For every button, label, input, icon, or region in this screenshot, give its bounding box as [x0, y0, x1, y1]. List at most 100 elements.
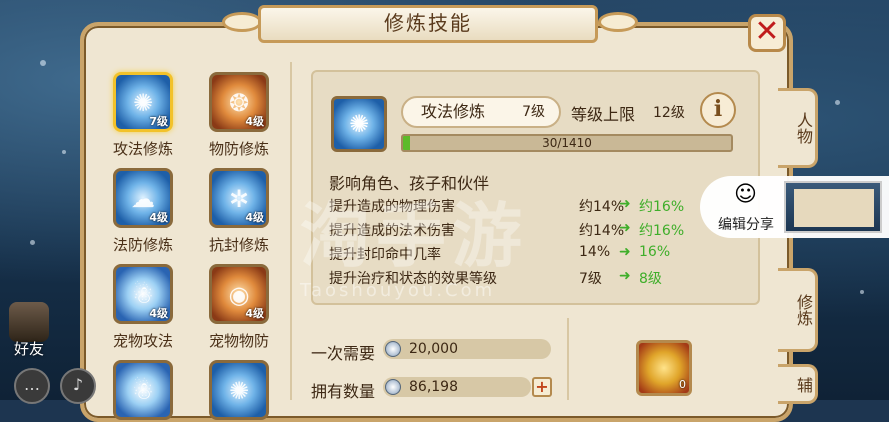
snow-flake: [30, 240, 35, 245]
skill-icon: ✲ 4级: [209, 168, 269, 228]
info-button[interactable]: i: [700, 92, 736, 128]
skill-level: 4级: [149, 307, 168, 320]
orb-icon: ✺: [228, 377, 250, 405]
voice-icon: ♪: [72, 375, 84, 394]
snow-flake: [835, 100, 840, 105]
skill-name: 法防修炼: [112, 236, 173, 254]
plus-icon: +: [535, 377, 549, 396]
skill-item-physical-defense[interactable]: ❂ 4级 物防修炼: [194, 72, 284, 159]
share-label: 编辑分享: [718, 217, 774, 233]
skill-item-seal-resist[interactable]: ✲ 4级 抗封修炼: [194, 168, 284, 255]
effect-row: 提升造成的法术伤害 约14% ➜ 约16%: [329, 220, 749, 240]
effect-current: 7级: [579, 271, 602, 287]
effect-row: 提升治疗和状态的效果等级 7级 ➜ 8级: [329, 268, 749, 288]
voice-button[interactable]: ♪: [60, 368, 96, 404]
skill-item-pet-magic-defense[interactable]: ☃: [98, 360, 188, 420]
skill-level: 4级: [149, 211, 168, 224]
effect-current: 约14%: [579, 199, 625, 215]
skill-name: 攻法修炼: [112, 140, 173, 158]
friend-avatar: [9, 302, 49, 342]
owned-amount-bar: 86,198: [383, 377, 531, 397]
effect-current: 14%: [579, 244, 611, 260]
tab-label: 辅: [794, 377, 813, 393]
chat-icon: …: [24, 375, 40, 394]
snow-flake: [40, 60, 46, 66]
item-count: 0: [679, 378, 686, 391]
spirit-icon: ☃: [132, 377, 154, 405]
skill-name: 宠物攻法: [112, 332, 173, 350]
cost-need-value: 20,000: [409, 341, 458, 357]
arrow-right-icon: ➜: [619, 268, 631, 284]
skill-list: ✺ 7级 攻法修炼 ❂ 4级 物防修炼 ☁ 4级 法防修炼 ✲ 4级 抗封修炼 ☃ 4级 …: [96, 62, 292, 420]
effect-next: 约16%: [639, 199, 685, 215]
tab-label: 人物: [794, 112, 813, 144]
title-ornament-left: [222, 12, 262, 32]
skill-item-attack-magic[interactable]: ✺ 7级 攻法修炼: [98, 72, 188, 159]
friends-button[interactable]: 好友: [4, 302, 54, 362]
effect-row: 提升造成的物理伤害 约14% ➜ 约16%: [329, 196, 749, 216]
skill-detail-card: ✺ 攻法修炼 7级 等级上限 12级 i 30/1410 影响角色、孩子和伙伴 …: [311, 70, 760, 305]
effect-text: 提升造成的法术伤害: [329, 223, 455, 239]
level-cap-label: 等级上限: [571, 105, 636, 124]
divider: [567, 318, 569, 400]
owned-amount-value: 86,198: [409, 379, 458, 395]
experience-bar: 30/1410: [401, 134, 733, 152]
close-icon: ✕: [754, 14, 780, 49]
tab-cultivation[interactable]: 修炼: [778, 268, 818, 352]
screenshot-thumbnail[interactable]: [784, 181, 882, 233]
treasure-chest-item[interactable]: 0: [636, 340, 692, 396]
skill-name: 宠物物防: [208, 332, 269, 350]
skill-icon: ☃: [113, 360, 173, 420]
close-button[interactable]: ✕: [748, 14, 786, 52]
skill-icon: ✺: [209, 360, 269, 420]
tab-character[interactable]: 人物: [778, 88, 818, 168]
silver-coin-icon: [385, 379, 401, 395]
chat-button[interactable]: …: [14, 368, 50, 404]
skill-icon: ☁ 4级: [113, 168, 173, 228]
owned-amount-label: 拥有数量: [311, 382, 376, 401]
effect-next: 16%: [639, 244, 671, 260]
title-ornament-right: [598, 12, 638, 32]
skill-icon: ☃ 4级: [113, 264, 173, 324]
skill-level: 4级: [245, 307, 264, 320]
skill-title: 攻法修炼: [421, 102, 486, 121]
level-cap-value: 12级: [653, 105, 685, 121]
tab-assist[interactable]: 辅: [778, 364, 818, 404]
cost-need-bar: 20,000: [383, 339, 551, 359]
skill-level: 4级: [245, 211, 264, 224]
tab-label: 修炼: [794, 294, 813, 326]
info-icon: i: [713, 96, 723, 122]
selected-skill-icon: ✺: [331, 96, 387, 152]
effect-row: 提升封印命中几率 14% ➜ 16%: [329, 244, 749, 264]
skill-icon: ◉ 4级: [209, 264, 269, 324]
effect-text: 提升治疗和状态的效果等级: [329, 271, 497, 287]
snow-flake: [62, 150, 66, 154]
arrow-right-icon: ➜: [619, 196, 631, 212]
skill-icon: ✺ 7级: [113, 72, 173, 132]
skill-current-level: 7级: [522, 104, 545, 120]
skill-level: 7级: [149, 115, 168, 128]
arrow-right-icon: ➜: [619, 220, 631, 236]
skill-item-pet-attack-magic[interactable]: ☃ 4级 宠物攻法: [98, 264, 188, 351]
thumbnail-panel: [794, 189, 874, 227]
skill-icon: ❂ 4级: [209, 72, 269, 132]
share-bubble[interactable]: ☺ 编辑分享: [700, 176, 889, 238]
skill-item-pet-seal-resist[interactable]: ✺: [194, 360, 284, 420]
add-currency-button[interactable]: +: [532, 377, 552, 397]
snow-flake: [860, 290, 864, 294]
skill-name: 抗封修炼: [208, 236, 269, 254]
effect-heading: 影响角色、孩子和伙伴: [329, 174, 490, 193]
skill-item-pet-physical-defense[interactable]: ◉ 4级 宠物物防: [194, 264, 284, 351]
effect-next: 8级: [639, 271, 662, 287]
cost-need-label: 一次需要: [311, 344, 376, 363]
silver-coin-icon: [385, 341, 401, 357]
skill-item-magic-defense[interactable]: ☁ 4级 法防修炼: [98, 168, 188, 255]
effect-text: 提升封印命中几率: [329, 247, 441, 263]
effect-current: 约14%: [579, 223, 625, 239]
skill-name-pill: 攻法修炼 7级: [401, 96, 561, 128]
arrow-right-icon: ➜: [619, 244, 631, 260]
skill-level: 4级: [245, 115, 264, 128]
friends-label: 好友: [13, 340, 44, 358]
skill-name: 物防修炼: [208, 140, 269, 158]
panel-title-text: 修炼技能: [384, 11, 472, 35]
